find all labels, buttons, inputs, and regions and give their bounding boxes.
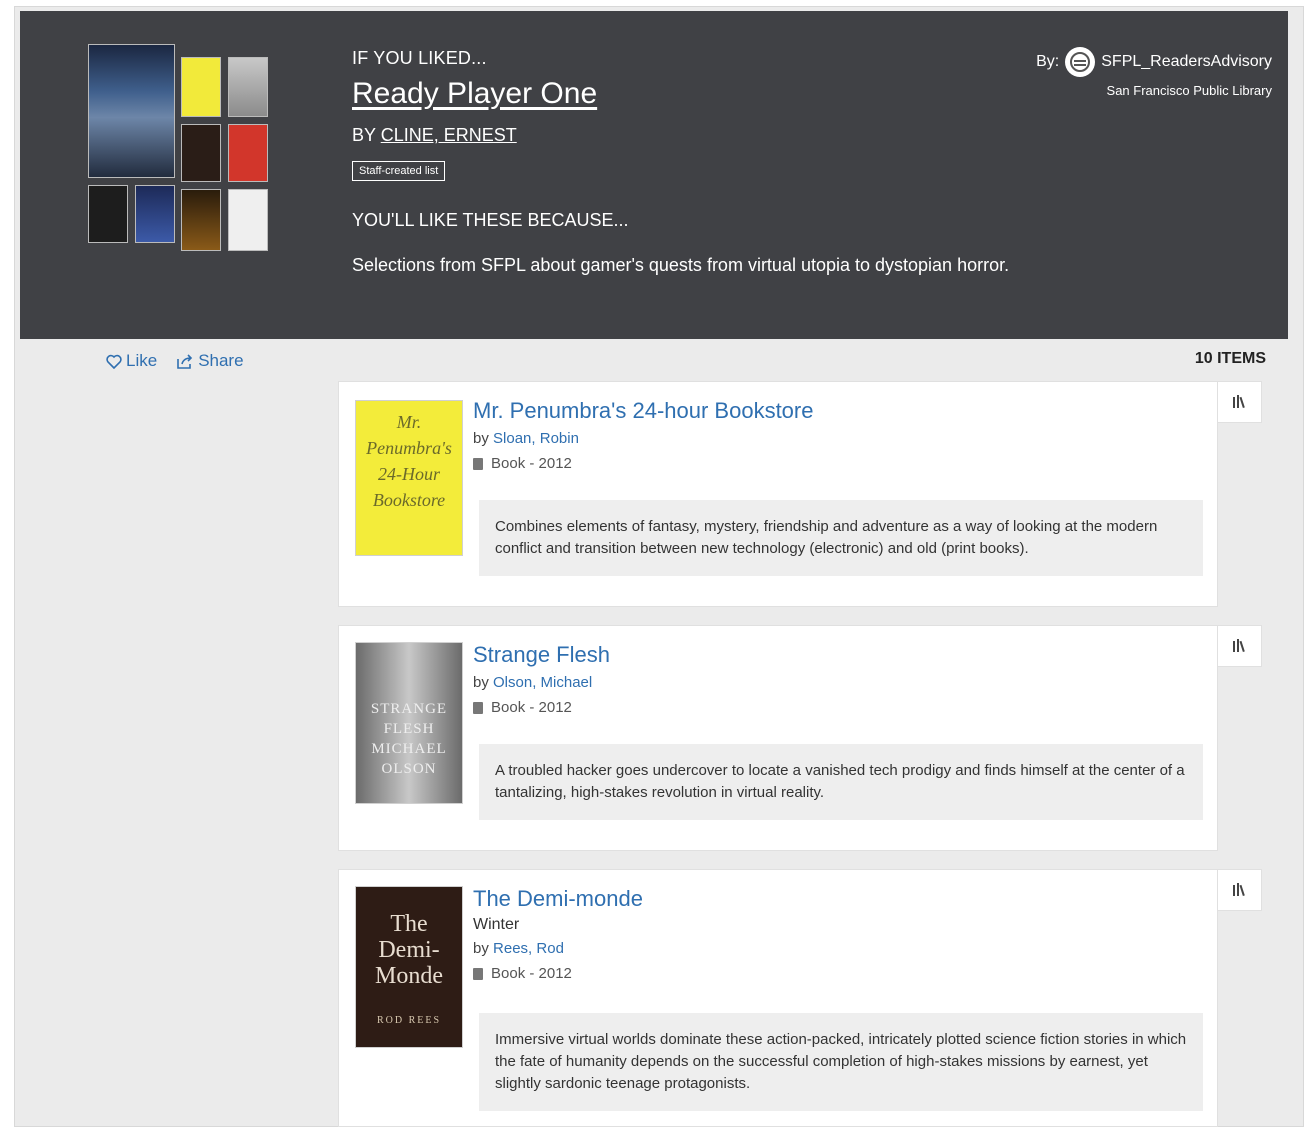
collage-cover bbox=[181, 124, 221, 182]
add-to-shelf-button[interactable] bbox=[1218, 869, 1262, 911]
book-author: by Sloan, Robin bbox=[473, 430, 579, 448]
bookshelf-icon bbox=[1232, 639, 1245, 653]
list-item: STRANGE FLESH MICHAEL OLSON Strange Flesh… bbox=[338, 625, 1218, 851]
list-cover-collage[interactable] bbox=[88, 44, 272, 254]
share-button[interactable]: Share bbox=[177, 351, 244, 371]
book-author: by Rees, Rod bbox=[473, 940, 564, 958]
collage-cover bbox=[88, 185, 128, 243]
author-link[interactable]: Olson, Michael bbox=[493, 674, 592, 691]
item-count: 10 ITEMS bbox=[1194, 350, 1266, 367]
book-format: Book - 2012 bbox=[473, 965, 643, 982]
source-book-byline: BY CLINE, ERNEST bbox=[352, 125, 517, 146]
list-author-block: By: SFPL_ReadersAdvisory San Francisco P… bbox=[1036, 47, 1272, 98]
collage-cover bbox=[228, 124, 268, 182]
book-format: Book - 2012 bbox=[473, 699, 610, 716]
author-link[interactable]: Rees, Rod bbox=[493, 940, 564, 957]
book-cover[interactable]: The Demi- Monde ROD REES bbox=[355, 886, 463, 1048]
book-icon bbox=[473, 701, 483, 714]
list-description: Selections from SFPL about gamer's quest… bbox=[352, 255, 1010, 275]
add-to-shelf-button[interactable] bbox=[1218, 381, 1262, 423]
book-cover[interactable]: Mr. Penumbra's 24-Hour Bookstore bbox=[355, 400, 463, 556]
heart-icon bbox=[106, 354, 122, 369]
library-name: San Francisco Public Library bbox=[1106, 83, 1272, 98]
user-avatar-icon bbox=[1070, 52, 1091, 72]
list-item: The Demi- Monde ROD REES The Demi-monde Wi… bbox=[338, 869, 1218, 1127]
source-book-title-link[interactable]: Ready Player One bbox=[352, 77, 597, 111]
item-annotation: A troubled hacker goes undercover to loc… bbox=[479, 744, 1203, 820]
collage-cover bbox=[135, 185, 175, 243]
bookshelf-icon bbox=[1232, 395, 1245, 409]
collage-cover bbox=[181, 57, 221, 117]
list-item: Mr. Penumbra's 24-Hour Bookstore Mr. Pen… bbox=[338, 381, 1218, 607]
by-label: By: bbox=[1036, 53, 1060, 70]
share-icon bbox=[177, 353, 193, 369]
author-link[interactable]: Sloan, Robin bbox=[493, 430, 579, 447]
item-annotation: Immersive virtual worlds dominate these … bbox=[479, 1013, 1203, 1111]
staff-created-badge: Staff-created list bbox=[352, 161, 446, 181]
share-label: Share bbox=[198, 351, 244, 370]
item-annotation: Combines elements of fantasy, mystery, f… bbox=[479, 500, 1203, 576]
collage-cover bbox=[228, 189, 268, 251]
book-icon bbox=[473, 967, 483, 980]
because-label: YOU'LL LIKE THESE BECAUSE... bbox=[352, 210, 629, 230]
collage-cover bbox=[181, 189, 221, 251]
book-format: Book - 2012 bbox=[473, 455, 813, 472]
book-author: by Olson, Michael bbox=[473, 674, 593, 692]
item-info: Strange Flesh by Olson, Michael Book - 2… bbox=[473, 642, 610, 716]
collage-cover bbox=[88, 44, 175, 178]
book-cover[interactable]: STRANGE FLESH MICHAEL OLSON bbox=[355, 642, 463, 804]
add-to-shelf-button[interactable] bbox=[1218, 625, 1262, 667]
if-you-liked-label: IF YOU LIKED... bbox=[352, 48, 487, 68]
username-link[interactable]: SFPL_ReadersAdvisory bbox=[1101, 53, 1272, 71]
item-info: Mr. Penumbra's 24-hour Bookstore by Sloa… bbox=[473, 398, 813, 472]
item-info: The Demi-monde Winter by Rees, Rod Book … bbox=[473, 886, 643, 982]
collage-cover bbox=[228, 57, 268, 117]
book-title-link[interactable]: Mr. Penumbra's 24-hour Bookstore bbox=[473, 398, 813, 424]
book-subtitle: Winter bbox=[473, 916, 520, 934]
like-label: Like bbox=[126, 351, 158, 370]
list-actions: Like Share bbox=[106, 351, 244, 371]
by-prefix: BY bbox=[352, 125, 376, 145]
avatar[interactable] bbox=[1065, 47, 1096, 77]
book-icon bbox=[473, 457, 483, 470]
list-header: IF YOU LIKED... Ready Player One BY CLIN… bbox=[20, 11, 1288, 339]
bookshelf-icon bbox=[1232, 883, 1245, 897]
like-button[interactable]: Like bbox=[106, 351, 157, 371]
book-title-link[interactable]: Strange Flesh bbox=[473, 642, 610, 668]
source-author-link[interactable]: CLINE, ERNEST bbox=[381, 125, 517, 145]
book-title-link[interactable]: The Demi-monde bbox=[473, 886, 643, 912]
